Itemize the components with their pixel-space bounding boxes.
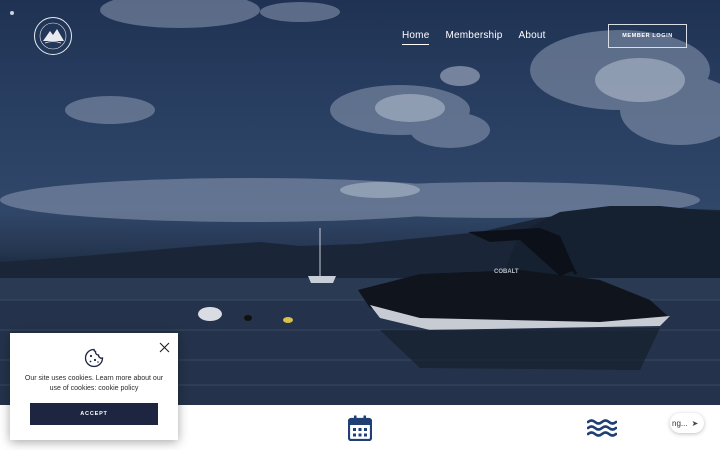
cookie-message: Our site uses cookies. Learn more about … [24, 375, 164, 392]
nav-about[interactable]: About [519, 30, 546, 45]
status-dot [10, 11, 14, 15]
mountain-logo-icon[interactable] [33, 16, 73, 56]
waves-icon [586, 418, 618, 438]
cookie-icon [84, 348, 104, 368]
calendar-icon [347, 415, 373, 442]
nav-home[interactable]: Home [402, 30, 430, 45]
boat-brand-text: COBALT [494, 269, 519, 275]
chat-label: ng... [672, 418, 688, 428]
chat-widget[interactable]: ng... ➤ [670, 413, 704, 433]
close-icon[interactable] [159, 340, 170, 353]
send-icon[interactable]: ➤ [692, 419, 699, 428]
cookie-banner: Our site uses cookies. Learn more about … [10, 333, 178, 440]
main-nav: Home Membership About [402, 30, 546, 45]
member-login-button[interactable]: MEMBER LOGIN [608, 24, 687, 48]
nav-membership[interactable]: Membership [445, 30, 502, 45]
accept-cookies-button[interactable]: ACCEPT [30, 403, 158, 425]
